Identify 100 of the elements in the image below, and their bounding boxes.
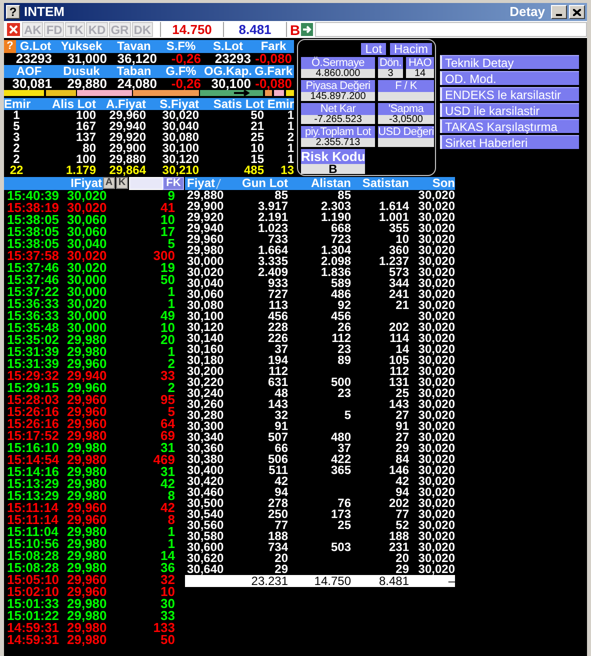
lot-cell-text: 49 <box>160 310 175 322</box>
table-cell-text: 113 <box>268 300 288 311</box>
table-cell-text: 202 <box>388 322 409 333</box>
minimize-button[interactable] <box>551 5 567 19</box>
table-cell-text: 30,260 <box>186 399 225 410</box>
link-button[interactable]: ENDEKS le karsilastir <box>440 87 579 101</box>
time-cell-text: 15:38:05 <box>7 238 60 250</box>
column-header: Fark <box>260 40 288 53</box>
filter-button[interactable]: FK <box>163 177 184 190</box>
table-cell-text: 3 <box>12 132 21 143</box>
price-cell-text: 30,000 <box>67 286 108 298</box>
time-cell-text: 15:31:39 <box>7 346 60 358</box>
lot-cell-text: 1 <box>168 286 175 298</box>
table-cell-text: 456 <box>266 311 288 322</box>
price-cell-text: 30,020 <box>67 298 108 310</box>
table-cell-text: 30,020 <box>417 410 455 421</box>
field-value: 145.897.200 <box>301 92 375 101</box>
close-button[interactable] <box>569 5 585 19</box>
toggle-button[interactable]: Hacim <box>390 43 432 55</box>
table-cell-text: 30,020 <box>417 311 455 322</box>
table-cell-text: 1.836 <box>320 267 351 278</box>
time-cell-text: 15:38:05 <box>7 226 60 238</box>
table-cell-text: 1.304 <box>320 245 351 256</box>
table-cell-text: 48 <box>274 388 288 399</box>
table-cell-text: 2 <box>13 154 20 165</box>
time-cell-text: 15:11:14 <box>7 502 60 514</box>
table-cell-text: 146 <box>388 465 409 476</box>
table-cell-text: 1 <box>286 121 294 132</box>
table-cell-text: 42 <box>396 476 409 487</box>
price-cell-text: 29,960 <box>67 418 108 430</box>
close-icon[interactable] <box>7 23 20 36</box>
toolbar-button[interactable]: TK <box>65 22 86 37</box>
value-cell: 23293 <box>214 53 251 65</box>
link-button[interactable]: TAKAS Karşılaştırma <box>440 119 579 133</box>
table-cell-text: 188 <box>388 531 409 542</box>
table-cell-text: 422 <box>330 454 351 465</box>
table-cell-text: 91 <box>274 421 288 432</box>
sort-button[interactable]: K <box>116 177 128 189</box>
filter-field[interactable] <box>129 177 163 190</box>
lot-cell-text: 50 <box>160 634 175 646</box>
link-button[interactable]: USD ile karsilastir <box>440 103 579 117</box>
price-cell-text: 30,020 <box>67 190 108 202</box>
table-cell-text: 30,020 <box>417 377 455 388</box>
toolbar-button[interactable]: FD <box>44 22 64 37</box>
time-cell-text: 14:59:31 <box>7 622 60 634</box>
toggle-button[interactable]: Lot <box>361 43 386 55</box>
column-header: Yuksek <box>60 40 104 53</box>
help-button[interactable]: ? <box>4 40 16 53</box>
toolbar-button[interactable]: KD <box>86 22 108 37</box>
table-cell-text: 77 <box>396 509 409 520</box>
arrow-icon[interactable] <box>301 23 314 36</box>
toolbar-button[interactable]: AK <box>22 22 44 37</box>
price-cell-text: 29,940 <box>67 370 108 382</box>
table-cell-text: 933 <box>268 278 288 289</box>
total-cell-text: 22 <box>8 165 24 176</box>
table-cell-text: 112 <box>268 366 288 377</box>
table-cell-text: 231 <box>388 542 409 553</box>
link-button[interactable]: OD. Mod. <box>440 71 579 85</box>
link-button[interactable]: Teknik Detay <box>440 55 579 69</box>
table-cell-text: 30,600 <box>186 542 225 553</box>
help-button[interactable]: ? <box>6 5 20 19</box>
table-cell-text: 29,880 <box>108 154 146 165</box>
table-cell-text: 10 <box>250 143 264 154</box>
table-cell-text: 3.335 <box>256 256 288 267</box>
column-header: Fiyat <box>187 177 216 190</box>
input-field[interactable] <box>315 22 587 37</box>
toolbar-button[interactable]: GR <box>108 22 131 37</box>
price-cell-text: 30,020 <box>67 202 108 214</box>
column-header: Satis Lot <box>212 98 264 110</box>
table-cell-text: 30,220 <box>186 377 225 388</box>
table-cell-text: 143 <box>266 399 288 410</box>
time-cell-text: 15:29:15 <box>7 382 60 394</box>
table-cell-text: 668 <box>330 223 351 234</box>
minimize-icon <box>556 14 562 16</box>
value-cell: -0,26 <box>171 78 201 90</box>
lot-cell-text: 1 <box>166 526 175 538</box>
table-cell-text: 30,020 <box>417 388 455 399</box>
table-cell-text: 30,640 <box>186 564 225 575</box>
total-cell-text: 29,864 <box>108 165 146 176</box>
table-cell-text: 30,020 <box>417 201 455 212</box>
link-button[interactable]: Sirket Haberleri <box>440 135 579 149</box>
lot-cell-text: 30 <box>160 598 175 610</box>
table-cell-text: 92 <box>338 300 351 311</box>
field-label: Net Kar <box>301 103 375 115</box>
toolbar-button[interactable]: DK <box>132 22 154 37</box>
sort-icon <box>216 178 222 188</box>
lot-cell-text: 300 <box>152 250 175 262</box>
table-cell-text: 14 <box>396 344 409 355</box>
table-cell-text: 112 <box>388 366 409 377</box>
buy-total: 14.750 <box>160 22 224 37</box>
time-cell-text: 15:16:10 <box>7 442 60 454</box>
table-cell-text: 20 <box>396 553 409 564</box>
price-cell-text: 29,960 <box>67 382 108 394</box>
table-cell-text: 507 <box>266 432 288 443</box>
time-cell-text: 15:05:10 <box>7 574 60 586</box>
table-cell-text: 355 <box>388 223 409 234</box>
lot-cell-text: 36 <box>160 562 175 574</box>
time-cell-text: 15:37:46 <box>7 274 60 286</box>
sort-button[interactable]: A <box>103 177 115 189</box>
column-header: Emir <box>4 98 29 110</box>
